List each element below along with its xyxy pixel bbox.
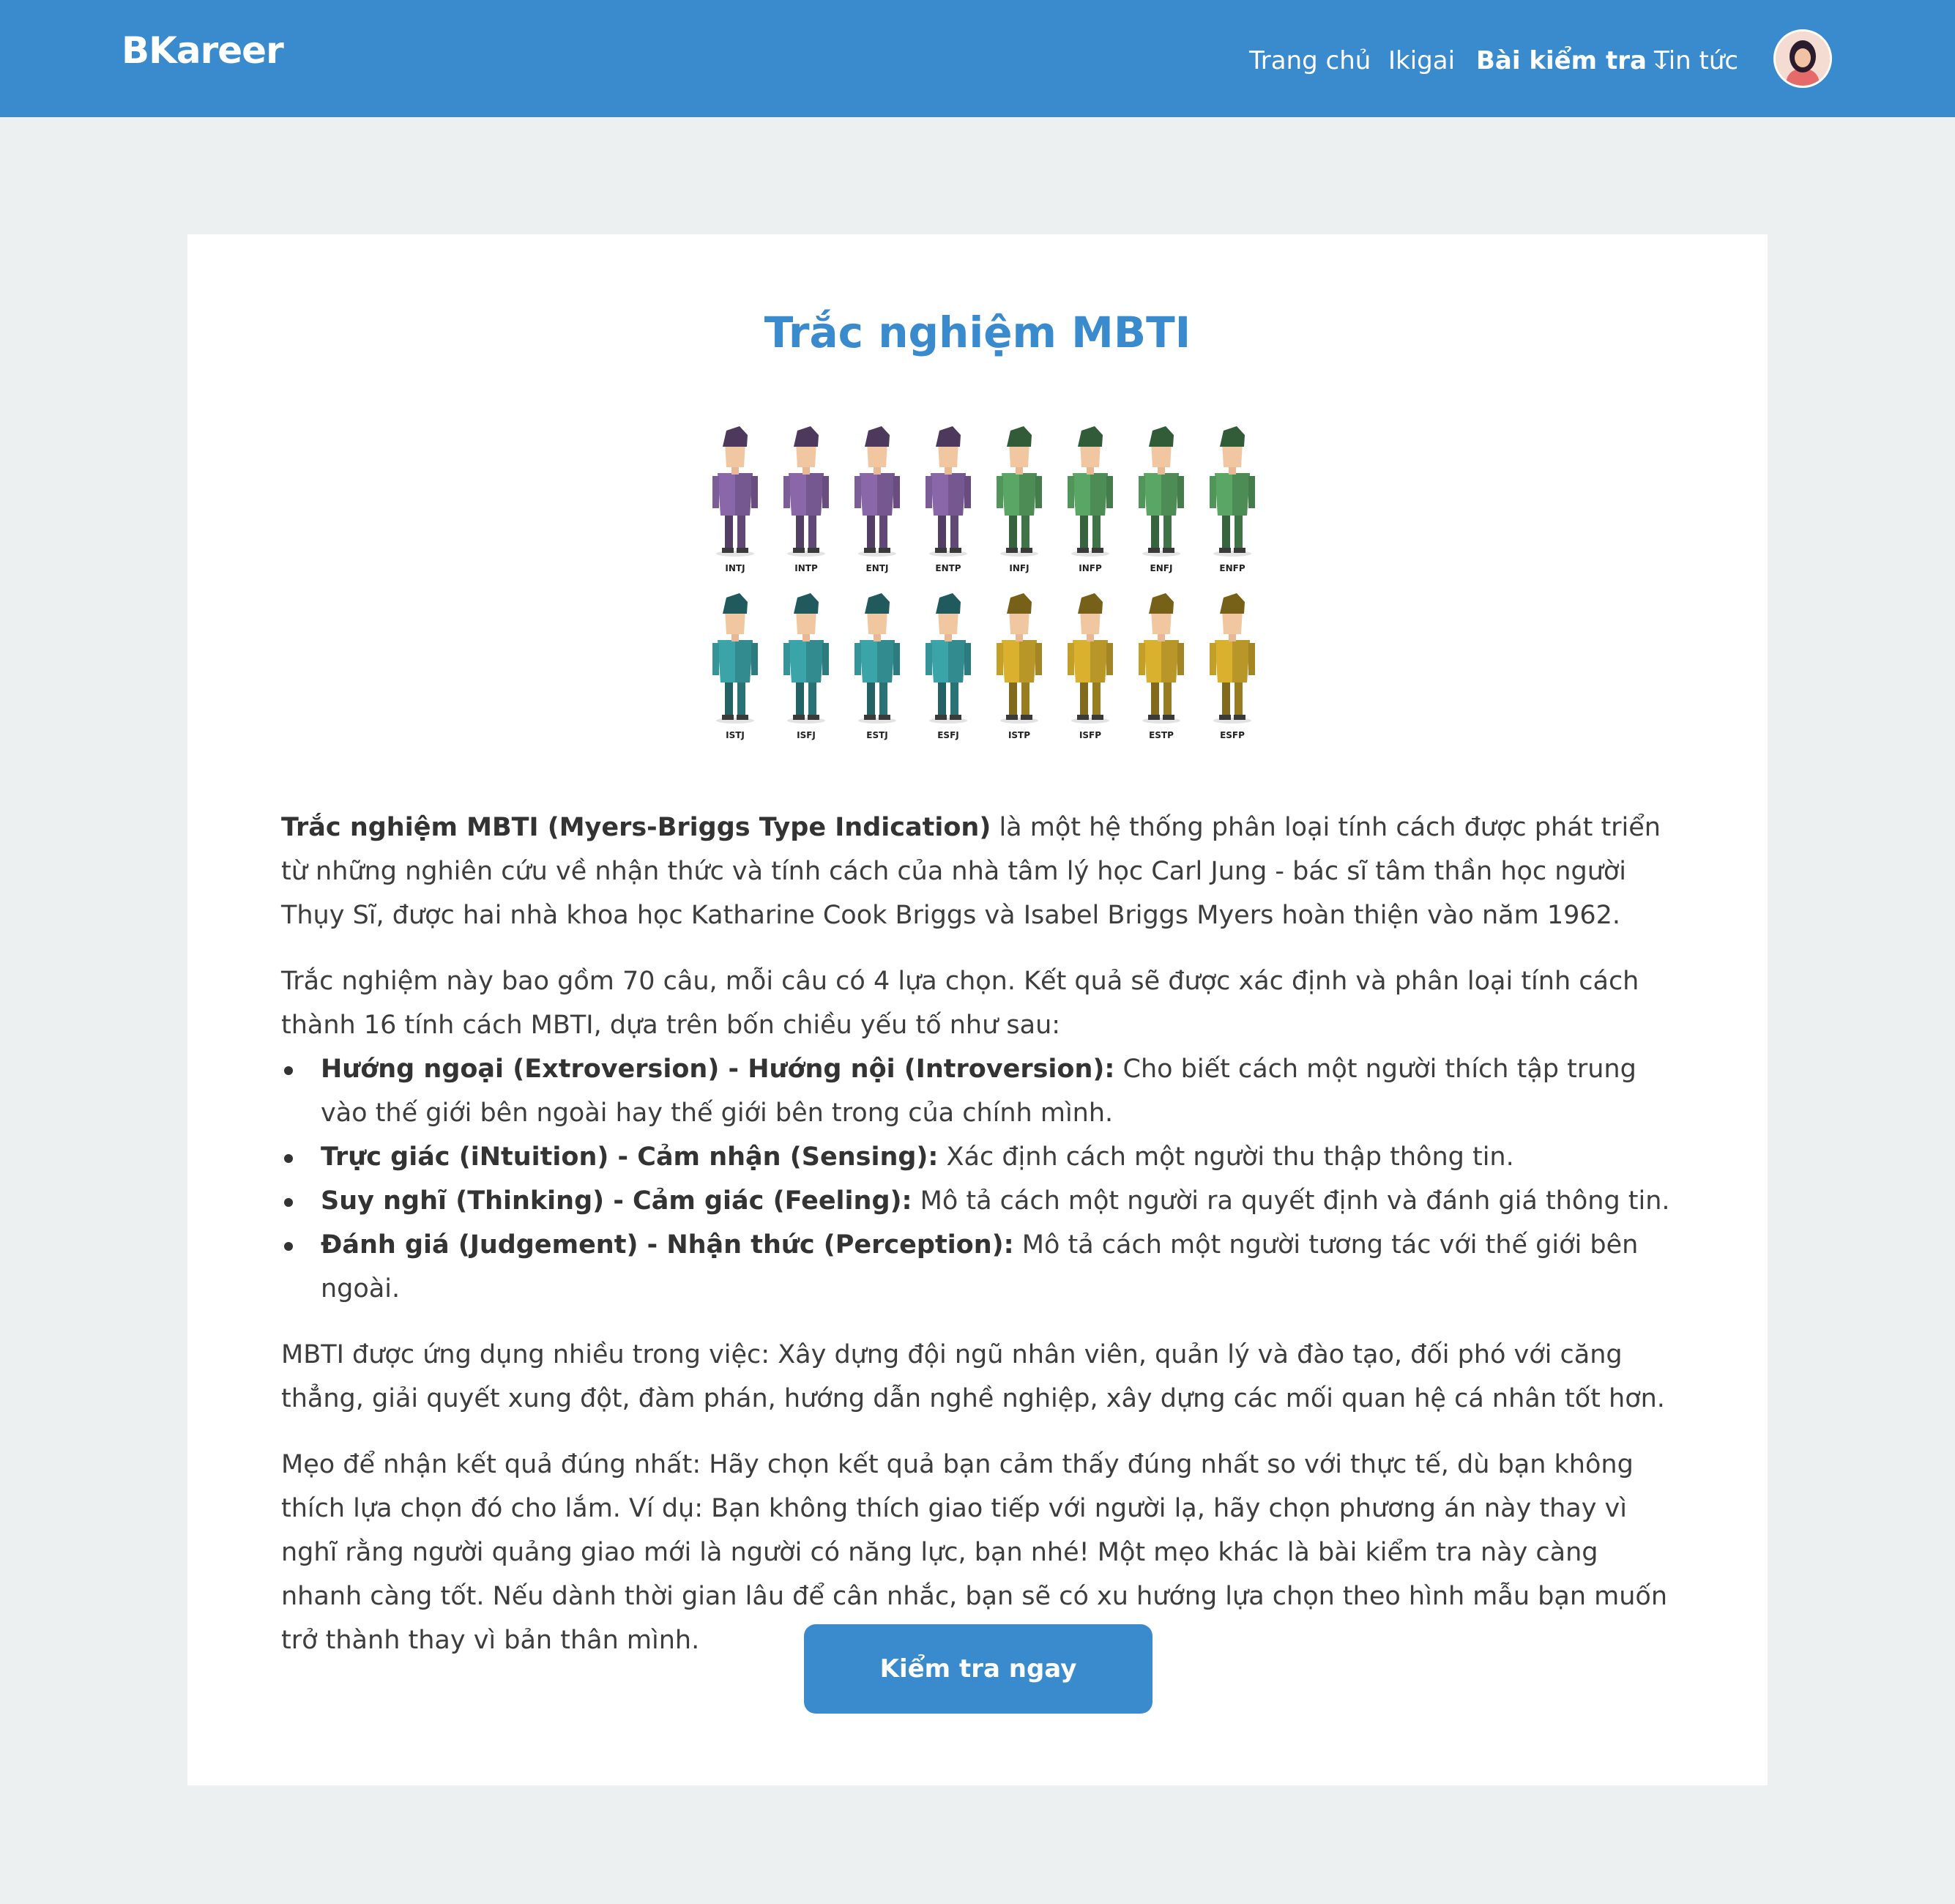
mbti-type-label: ENFP (1219, 563, 1245, 573)
nav-tests-label: Bài kiểm tra (1476, 46, 1647, 75)
mbti-type-label: INTP (794, 563, 818, 573)
list-item: Hướng ngoại (Extroversion) - Hướng nội (… (281, 1047, 1677, 1135)
mbti-type-label: ESTP (1149, 730, 1174, 740)
mbti-type-label: ESTJ (866, 730, 888, 740)
mbti-intro-card: Trắc nghiệm MBTI INTJ INTP ENTJ ENTP INFJ INF… (187, 234, 1768, 1785)
intro-paragraph: Trắc nghiệm MBTI (Myers-Briggs Type Indi… (281, 806, 1677, 937)
mbti-type-label: INFP (1079, 563, 1102, 573)
structure-paragraph: Trắc nghiệm này bao gồm 70 câu, mỗi câu … (281, 967, 1639, 1040)
user-avatar[interactable] (1773, 29, 1832, 88)
mbti-character: ISFJ (783, 593, 829, 740)
mbti-character: INFJ (997, 426, 1042, 573)
article-body: Trắc nghiệm MBTI (Myers-Briggs Type Indi… (281, 806, 1677, 1684)
mbti-type-label: ENTJ (866, 563, 889, 573)
avatar-icon (1776, 31, 1830, 86)
brand-logo[interactable]: BKareer (122, 29, 284, 72)
page-title: Trắc nghiệm MBTI (764, 308, 1191, 357)
mbti-type-label: INTJ (725, 563, 745, 573)
list-item: Đánh giá (Judgement) - Nhận thức (Percep… (281, 1223, 1677, 1311)
mbti-characters-image: INTJ INTP ENTJ ENTP INFJ INFP ENFJ ENFP ISTJ ISFJ… (712, 426, 1255, 740)
dimension-list: Hướng ngoại (Extroversion) - Hướng nội (… (281, 1047, 1677, 1311)
mbti-type-label: INFJ (1009, 563, 1029, 573)
mbti-character: ISTJ (712, 593, 758, 740)
dimension-text: Mô tả cách một người ra quyết định và đá… (912, 1186, 1670, 1216)
dimension-title: Suy nghĩ (Thinking) - Cảm giác (Feeling)… (321, 1186, 912, 1216)
mbti-character: INTJ (712, 426, 758, 573)
nav-home[interactable]: Trang chủ (1249, 42, 1371, 79)
application-paragraph: MBTI được ứng dụng nhiều trong việc: Xây… (281, 1340, 1665, 1413)
mbti-type-label: ENFJ (1150, 563, 1173, 573)
mbti-type-label: ESFJ (937, 730, 959, 740)
list-item: Suy nghĩ (Thinking) - Cảm giác (Feeling)… (281, 1179, 1677, 1223)
mbti-type-label: ISTJ (726, 730, 745, 740)
mbti-character: ENFJ (1139, 426, 1184, 573)
mbti-type-label: ISFJ (797, 730, 816, 740)
mbti-character: ESFJ (926, 593, 971, 740)
nav-news[interactable]: Tin tức (1654, 42, 1738, 79)
mbti-character: ENFP (1210, 426, 1255, 573)
mbti-type-label: ENTP (935, 563, 961, 573)
mbti-character: INFP (1068, 426, 1113, 573)
dimension-title: Đánh giá (Judgement) - Nhận thức (Percep… (321, 1230, 1014, 1260)
dimension-text: Xác định cách một người thu thập thông t… (938, 1142, 1514, 1172)
mbti-character: ENTJ (854, 426, 900, 573)
mbti-illustration: INTJ INTP ENTJ ENTP INFJ INFP ENFJ ENFP ISTJ ISFJ… (706, 417, 1262, 769)
mbti-character: ISFP (1068, 593, 1113, 740)
mbti-character: ISTP (997, 593, 1042, 740)
nav-ikigai[interactable]: Ikigai (1388, 42, 1455, 79)
dimension-title: Hướng ngoại (Extroversion) - Hướng nội (… (321, 1055, 1115, 1084)
dimension-title: Trực giác (iNtuition) - Cảm nhận (Sensin… (321, 1142, 939, 1172)
mbti-character: ENTP (926, 426, 971, 573)
mbti-character: ESTP (1139, 593, 1184, 740)
list-item: Trực giác (iNtuition) - Cảm nhận (Sensin… (281, 1135, 1677, 1179)
mbti-character: ESFP (1210, 593, 1255, 740)
mbti-type-label: ISFP (1079, 730, 1101, 740)
top-navbar: BKareer Trang chủ Ikigai Bài kiểm tra Ti… (0, 0, 1955, 117)
mbti-type-label: ISTP (1008, 730, 1030, 740)
mbti-character: INTP (783, 426, 829, 573)
mbti-type-label: ESFP (1220, 730, 1245, 740)
mbti-character: ESTJ (854, 593, 900, 740)
intro-bold: Trắc nghiệm MBTI (Myers-Briggs Type Indi… (281, 813, 991, 842)
nav-tests-dropdown[interactable]: Bài kiểm tra (1476, 42, 1667, 79)
start-test-button[interactable]: Kiểm tra ngay (804, 1624, 1152, 1714)
